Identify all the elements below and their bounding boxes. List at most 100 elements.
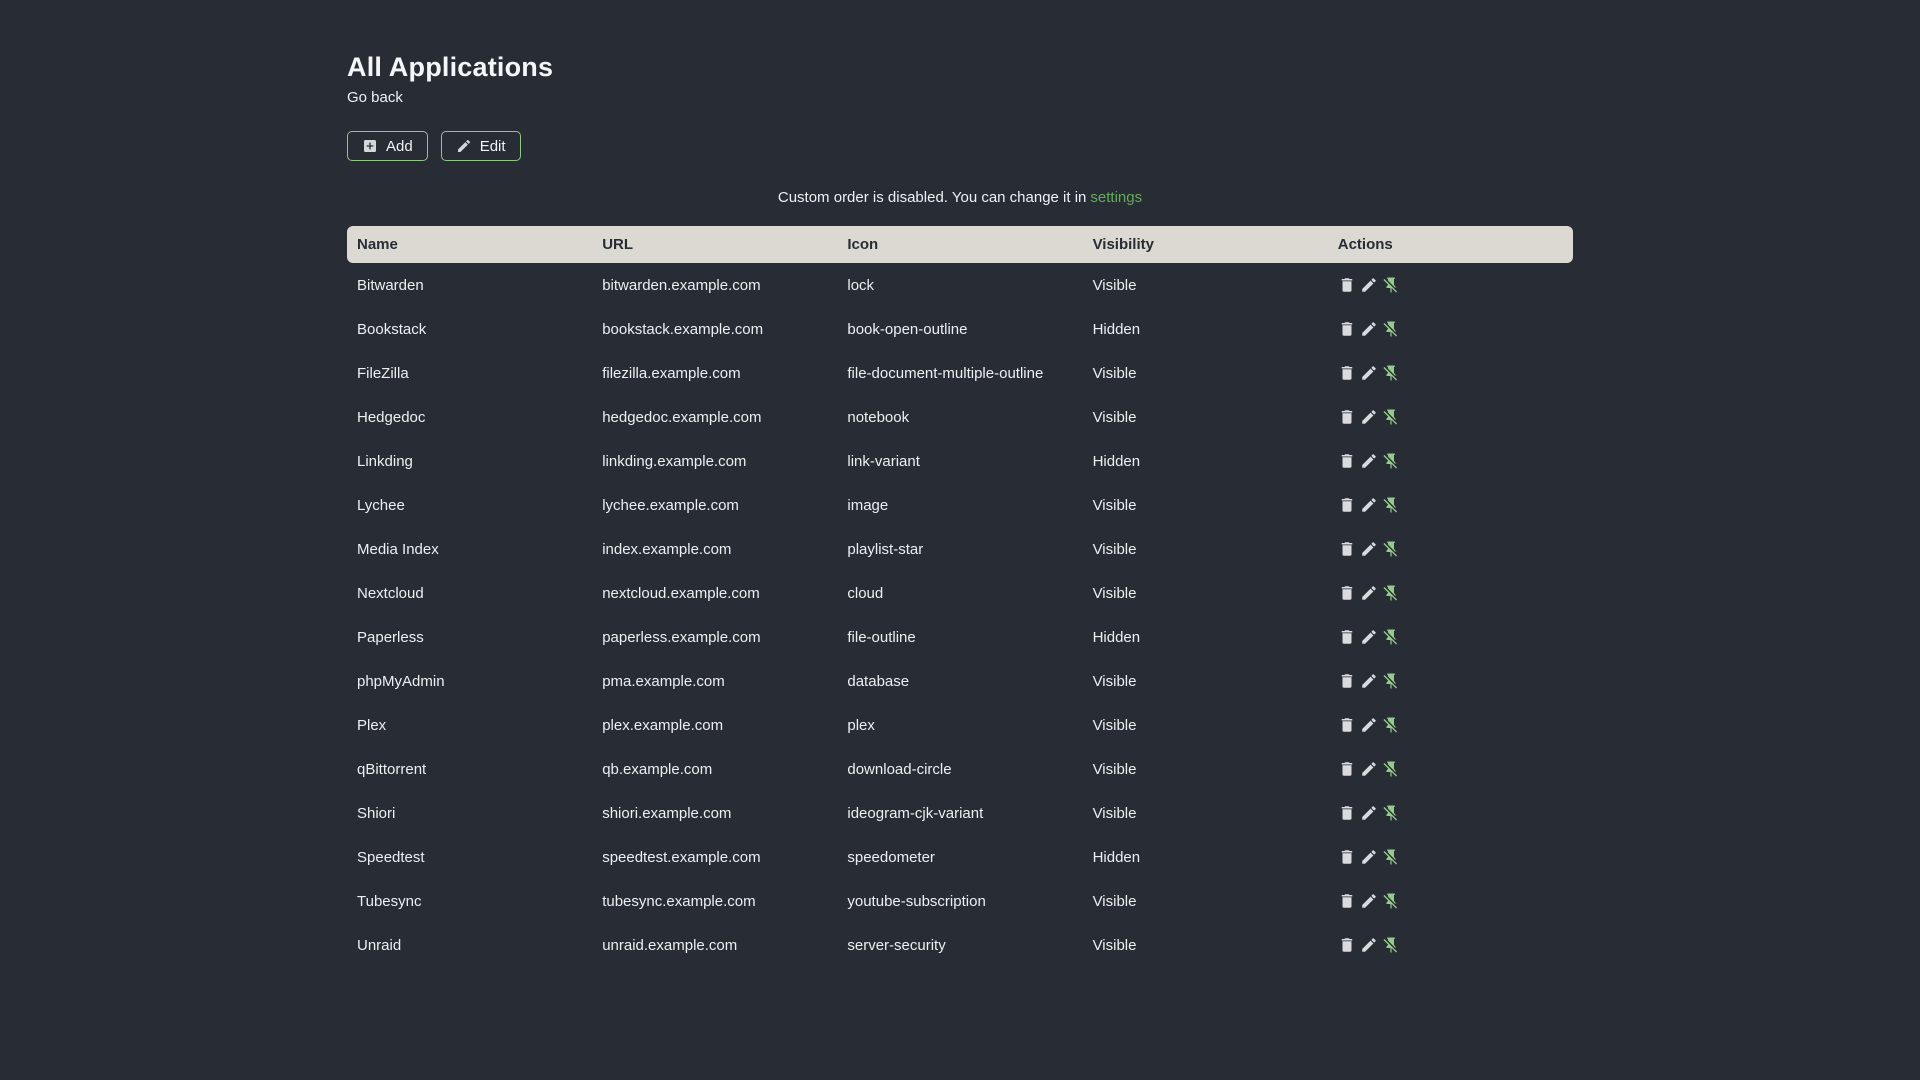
edit-pencil-icon[interactable]	[1360, 540, 1378, 558]
edit-pencil-icon[interactable]	[1360, 848, 1378, 866]
app-visibility: Visible	[1092, 364, 1137, 382]
go-back-link[interactable]: Go back	[347, 89, 403, 106]
pin-off-icon[interactable]	[1382, 408, 1400, 426]
table-row: Shiori shiori.example.com ideogram-cjk-v…	[347, 791, 1573, 835]
pin-off-icon[interactable]	[1382, 804, 1400, 822]
pin-off-icon[interactable]	[1382, 584, 1400, 602]
delete-icon[interactable]	[1338, 628, 1356, 646]
delete-icon[interactable]	[1338, 540, 1356, 558]
pin-off-icon[interactable]	[1382, 716, 1400, 734]
app-icon-name: youtube-subscription	[847, 892, 986, 910]
delete-icon[interactable]	[1338, 496, 1356, 514]
app-visibility: Hidden	[1092, 848, 1141, 866]
pin-off-icon[interactable]	[1382, 364, 1400, 382]
edit-pencil-icon[interactable]	[1360, 892, 1378, 910]
column-header-name: Name	[357, 236, 398, 253]
delete-icon[interactable]	[1338, 364, 1356, 382]
pencil-icon	[456, 138, 472, 154]
settings-link[interactable]: settings	[1090, 189, 1142, 206]
app-icon-name: server-security	[847, 936, 946, 954]
delete-icon[interactable]	[1338, 276, 1356, 294]
table-row: Lychee lychee.example.com image Visible	[347, 483, 1573, 527]
edit-button[interactable]: Edit	[440, 131, 521, 161]
app-icon-name: lock	[847, 276, 875, 294]
edit-pencil-icon[interactable]	[1360, 276, 1378, 294]
edit-pencil-icon[interactable]	[1360, 716, 1378, 734]
notice-text: Custom order is disabled. You can change…	[777, 189, 1087, 206]
pin-off-icon[interactable]	[1382, 276, 1400, 294]
app-icon-name: notebook	[847, 408, 910, 426]
delete-icon[interactable]	[1338, 584, 1356, 602]
app-url: bitwarden.example.com	[602, 276, 761, 294]
app-name: Lychee	[357, 496, 405, 514]
pin-off-icon[interactable]	[1382, 848, 1400, 866]
add-button[interactable]: Add	[347, 131, 428, 161]
edit-pencil-icon[interactable]	[1360, 364, 1378, 382]
app-name: FileZilla	[357, 364, 409, 382]
app-name: Bookstack	[357, 320, 427, 338]
pin-off-icon[interactable]	[1382, 452, 1400, 470]
pin-off-icon[interactable]	[1382, 936, 1400, 954]
edit-pencil-icon[interactable]	[1360, 672, 1378, 690]
edit-pencil-icon[interactable]	[1360, 584, 1378, 602]
row-actions	[1328, 628, 1573, 646]
delete-icon[interactable]	[1338, 716, 1356, 734]
table-row: Media Index index.example.com playlist-s…	[347, 527, 1573, 571]
row-actions	[1328, 496, 1573, 514]
app-name: Plex	[357, 716, 387, 734]
app-visibility: Visible	[1092, 496, 1137, 514]
pin-off-icon[interactable]	[1382, 496, 1400, 514]
delete-icon[interactable]	[1338, 408, 1356, 426]
edit-pencil-icon[interactable]	[1360, 760, 1378, 778]
app-icon-name: file-document-multiple-outline	[847, 364, 1044, 382]
app-icon-name: ideogram-cjk-variant	[847, 804, 984, 822]
column-header-url: URL	[602, 236, 634, 253]
pin-off-icon[interactable]	[1382, 760, 1400, 778]
app-name: Tubesync	[357, 892, 422, 910]
app-url: index.example.com	[602, 540, 732, 558]
delete-icon[interactable]	[1338, 320, 1356, 338]
table-row: Unraid unraid.example.com server-securit…	[347, 923, 1573, 967]
column-header-actions: Actions	[1337, 236, 1393, 253]
row-actions	[1328, 672, 1573, 690]
app-url: tubesync.example.com	[602, 892, 756, 910]
edit-pencil-icon[interactable]	[1360, 408, 1378, 426]
app-url: linkding.example.com	[602, 452, 747, 470]
app-url: lychee.example.com	[602, 496, 739, 514]
delete-icon[interactable]	[1338, 848, 1356, 866]
pin-off-icon[interactable]	[1382, 320, 1400, 338]
app-name: Shiori	[357, 804, 396, 822]
row-actions	[1328, 936, 1573, 954]
app-icon-name: book-open-outline	[847, 320, 968, 338]
app-icon-name: image	[847, 496, 889, 514]
delete-icon[interactable]	[1338, 760, 1356, 778]
delete-icon[interactable]	[1338, 892, 1356, 910]
table-row: Plex plex.example.com plex Visible	[347, 703, 1573, 747]
pin-off-icon[interactable]	[1382, 540, 1400, 558]
app-visibility: Visible	[1092, 716, 1137, 734]
pin-off-icon[interactable]	[1382, 672, 1400, 690]
app-visibility: Visible	[1092, 540, 1137, 558]
edit-pencil-icon[interactable]	[1360, 320, 1378, 338]
edit-pencil-icon[interactable]	[1360, 936, 1378, 954]
app-url: speedtest.example.com	[602, 848, 761, 866]
edit-pencil-icon[interactable]	[1360, 496, 1378, 514]
table-row: Tubesync tubesync.example.com youtube-su…	[347, 879, 1573, 923]
add-button-label: Add	[386, 137, 413, 155]
edit-pencil-icon[interactable]	[1360, 628, 1378, 646]
pin-off-icon[interactable]	[1382, 628, 1400, 646]
app-visibility: Visible	[1092, 672, 1137, 690]
delete-icon[interactable]	[1338, 936, 1356, 954]
delete-icon[interactable]	[1338, 672, 1356, 690]
column-header-visibility: Visibility	[1092, 236, 1154, 253]
delete-icon[interactable]	[1338, 452, 1356, 470]
app-url: filezilla.example.com	[602, 364, 741, 382]
edit-pencil-icon[interactable]	[1360, 452, 1378, 470]
page-title: All Applications	[347, 52, 554, 82]
app-url: qb.example.com	[602, 760, 713, 778]
pin-off-icon[interactable]	[1382, 892, 1400, 910]
row-actions	[1328, 584, 1573, 602]
delete-icon[interactable]	[1338, 804, 1356, 822]
app-visibility: Visible	[1092, 892, 1137, 910]
edit-pencil-icon[interactable]	[1360, 804, 1378, 822]
